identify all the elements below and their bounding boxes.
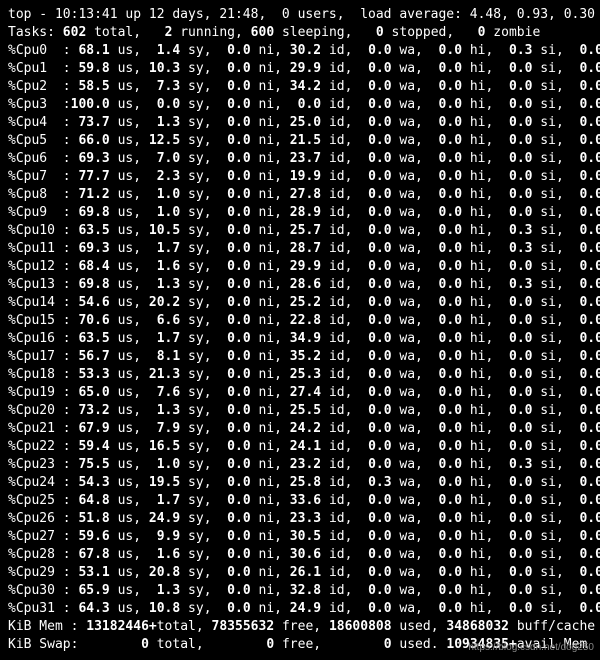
top-terminal[interactable]: top - 10:13:41 up 12 days, 21:48, 0 user… — [0, 0, 600, 660]
watermark: https://blog.csdn.net/dog250 — [468, 639, 594, 657]
